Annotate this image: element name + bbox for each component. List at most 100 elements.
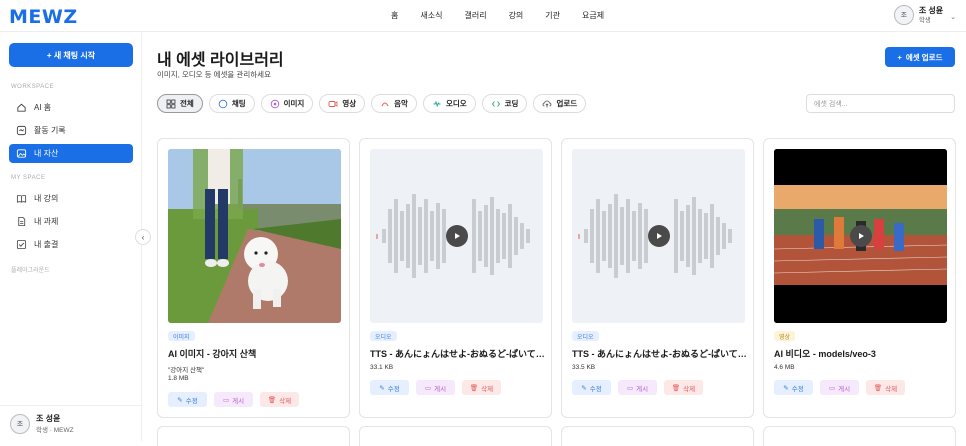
asset-card[interactable]: 오디오 TTS - あんにょんはせよ-おぬるど-ぱいてぃん 33.5 KB ✎ 수… [561,138,754,418]
delete-button[interactable]: 🗑 삭제 [260,392,299,407]
nav-institution[interactable]: 기관 [545,10,560,21]
upload-label: 에셋 업로드 [905,52,943,62]
filter-coding[interactable]: 코딩 [481,94,528,113]
nav-home[interactable]: 홈 [391,10,398,21]
user-role: 학생 [918,16,931,24]
asset-search-input[interactable]: 에셋 검색... [806,94,955,113]
edit-icon: ✎ [379,384,385,392]
post-label: 게시 [838,385,851,393]
sidebar-item-label: 내 강의 [34,194,59,203]
sidebar: + 새 채팅 시작 WORKSPACE AI 홈 활동 기록 내 자산 MY S… [0,32,142,441]
delete-label: 삭제 [683,385,696,393]
asset-thumbnail[interactable] [370,149,543,323]
filter-label: 채팅 [231,99,246,108]
asset-size: 33.1 KB [370,364,394,371]
trash-icon: 🗑 [267,396,277,404]
type-badge: 영상 [774,331,796,341]
post-button[interactable]: ▭ 게시 [214,392,253,407]
type-badge: 오디오 [572,331,599,341]
filter-label: 오디오 [445,99,467,108]
new-chat-button[interactable]: + 새 채팅 시작 [9,43,133,67]
sidebar-user[interactable]: 조 조 성윤 학생 · MEWZ [0,405,142,441]
edit-label: 수정 [185,397,198,405]
delete-label: 삭제 [885,385,898,393]
asset-thumbnail[interactable] [168,149,341,323]
type-badge: 오디오 [370,331,397,341]
sidebar-item-playground[interactable]: 플레이그라운드 [9,260,133,279]
asset-title: AI 이미지 - 강아지 산책 [168,349,257,359]
asset-actions: ✎ 수정 ▭ 게시 🗑 삭제 [572,380,703,395]
edit-button[interactable]: ✎ 수정 [168,392,207,407]
asset-thumbnail[interactable] [774,149,947,323]
asset-title: TTS - あんにょんはせよ-おぬるど-ぱいてぃん [370,349,545,359]
filter-image[interactable]: 이미지 [260,94,314,113]
trash-icon: 🗑 [873,384,883,392]
filter-chat[interactable]: 채팅 [208,94,255,113]
play-icon[interactable] [648,225,670,247]
asset-card[interactable] [157,426,350,446]
sidebar-item-my-tasks[interactable]: 내 과제 [9,212,133,231]
task-icon [16,216,27,227]
chevron-down-icon: ⌄ [950,14,956,21]
filter-video[interactable]: 영상 [319,94,366,113]
asset-card[interactable] [561,426,754,446]
avatar: 조 [10,413,30,434]
delete-button[interactable]: 🗑 삭제 [664,380,703,395]
history-icon [16,125,27,136]
sidebar-item-label: 내 출결 [34,240,59,249]
image-icon [270,99,280,109]
asset-size: 4.6 MB [774,364,795,371]
asset-thumbnail[interactable] [572,149,745,323]
filter-audio[interactable]: 오디오 [422,94,476,113]
play-icon[interactable] [850,225,872,247]
asset-title: TTS - あんにょんはせよ-おぬるど-ぱいてぃん [572,349,747,359]
upload-icon [542,99,552,109]
filter-label: 업로드 [556,99,578,108]
plus-icon: + [897,52,902,62]
play-icon[interactable] [446,225,468,247]
filter-upload[interactable]: 업로드 [533,94,587,113]
app-logo[interactable]: MEWZ [9,6,78,28]
delete-button[interactable]: 🗑 삭제 [866,380,905,395]
post-button[interactable]: ▭ 게시 [416,380,455,395]
post-label: 게시 [434,385,447,393]
sidebar-item-activity[interactable]: 활동 기록 [9,121,133,140]
music-icon [380,99,390,109]
edit-icon: ✎ [783,384,789,392]
asset-size: 33.5 KB [572,364,596,371]
filter-label: 이미지 [283,99,305,108]
home-icon [16,102,27,113]
nav-pricing[interactable]: 요금제 [582,10,604,21]
edit-button[interactable]: ✎ 수정 [572,380,611,395]
edit-button[interactable]: ✎ 수정 [774,380,813,395]
sidebar-item-ai-home[interactable]: AI 홈 [9,98,133,117]
nav-gallery[interactable]: 갤러리 [464,10,486,21]
post-button[interactable]: ▭ 게시 [820,380,859,395]
share-icon: ▭ [222,396,230,404]
edit-button[interactable]: ✎ 수정 [370,380,409,395]
type-badge: 이미지 [168,331,195,341]
sidebar-item-label: 내 과제 [34,217,59,226]
asset-card[interactable] [359,426,552,446]
share-icon: ▭ [424,384,432,392]
user-menu[interactable]: 조 조 성윤 학생 ⌄ [893,5,956,25]
filter-music[interactable]: 음악 [371,94,417,113]
asset-card[interactable] [763,426,956,446]
post-button[interactable]: ▭ 게시 [618,380,657,395]
asset-card[interactable]: 오디오 TTS - あんにょんはせよ-おぬるど-ぱいてぃん 33.1 KB ✎ 수… [359,138,552,418]
nav-lectures[interactable]: 강의 [509,10,524,21]
sidebar-item-my-attendance[interactable]: 내 출결 [9,235,133,254]
sidebar-item-label: AI 홈 [34,103,52,112]
asset-upload-button[interactable]: + 에셋 업로드 [885,47,955,67]
sidebar-item-my-lectures[interactable]: 내 강의 [9,189,133,208]
book-icon [16,193,27,204]
myspace-header: MY SPACE [11,175,46,181]
nav-news[interactable]: 새소식 [420,10,442,21]
delete-button[interactable]: 🗑 삭제 [462,380,501,395]
asset-card[interactable]: 이미지 AI 이미지 - 강아지 산책 "강아지 산책" 1.8 MB ✎ 수정 … [157,138,350,418]
audio-icon [432,99,442,109]
sidebar-item-my-assets[interactable]: 내 자산 [9,144,133,163]
filter-all[interactable]: 전체 [157,94,203,113]
filter-label: 코딩 [504,99,519,108]
asset-card[interactable]: 영상 AI 비디오 - models/veo-3 4.6 MB ✎ 수정 ▭ 게시 … [763,138,956,418]
